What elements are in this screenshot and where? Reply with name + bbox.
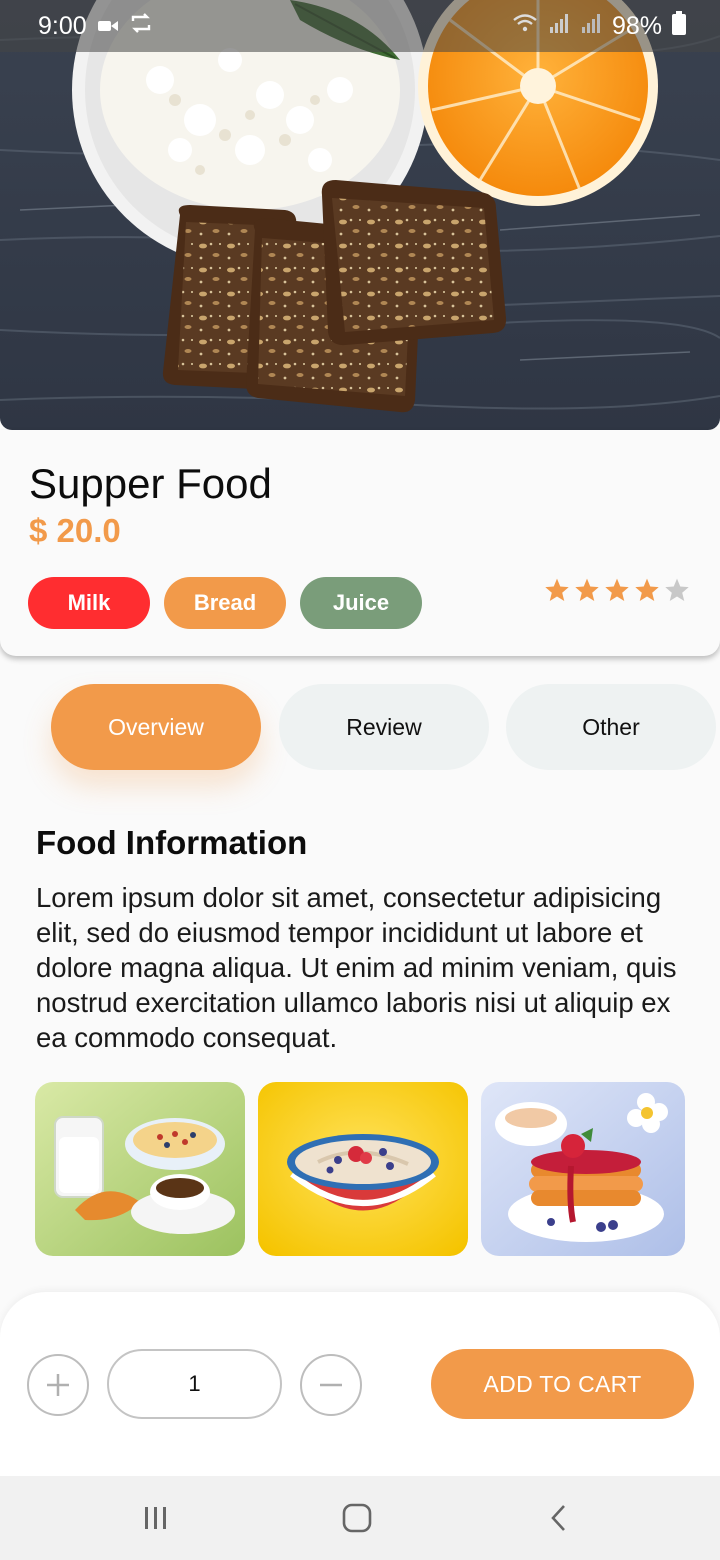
breakfast-milk-croissant-image[interactable] (35, 1082, 245, 1256)
product-title: Supper Food (29, 460, 272, 507)
tab-overview[interactable]: Overview (51, 684, 261, 770)
hero-food-image (0, 0, 720, 430)
recent-apps-icon[interactable] (106, 1476, 206, 1560)
food-description: Lorem ipsum dolor sit amet, consectetur … (36, 882, 677, 1053)
quantity-field[interactable]: 1 (107, 1349, 282, 1419)
increase-quantity-button[interactable] (27, 1354, 89, 1416)
rating-stars (544, 577, 690, 603)
star-filled-icon (545, 578, 569, 602)
video-camera-icon (97, 12, 119, 41)
tag-bread[interactable]: Bread (164, 577, 286, 629)
tag-milk[interactable]: Milk (28, 577, 150, 629)
battery-percent: 98% (611, 11, 662, 40)
sync-icon (129, 12, 153, 41)
home-icon[interactable] (307, 1476, 407, 1560)
status-time: 9:00 (38, 11, 87, 40)
wifi-icon (512, 12, 538, 41)
battery-icon (672, 10, 686, 42)
star-empty-icon (665, 578, 689, 602)
tab-review[interactable]: Review (279, 684, 489, 770)
signal-icon (548, 12, 570, 41)
food-information-heading: Food Information (36, 824, 308, 861)
star-filled-icon (575, 578, 599, 602)
status-bar: 9:00 98% (0, 0, 720, 52)
tab-other[interactable]: Other (506, 684, 716, 770)
star-filled-icon (635, 578, 659, 602)
system-navigation-bar (0, 1476, 720, 1560)
minus-icon (320, 1383, 342, 1387)
back-icon[interactable] (509, 1476, 609, 1560)
add-to-cart-button[interactable]: ADD TO CART (431, 1349, 694, 1419)
product-price: $ 20.0 (29, 512, 121, 549)
tag-juice[interactable]: Juice (300, 577, 422, 629)
signal-icon (580, 12, 602, 41)
decrease-quantity-button[interactable] (300, 1354, 362, 1416)
porridge-bowl-image[interactable] (258, 1082, 468, 1256)
star-filled-icon (605, 578, 629, 602)
pancakes-image[interactable] (481, 1082, 685, 1256)
plus-icon (47, 1374, 69, 1396)
product-info-card: Supper Food $ 20.0 Milk Bread Juice (0, 430, 720, 656)
